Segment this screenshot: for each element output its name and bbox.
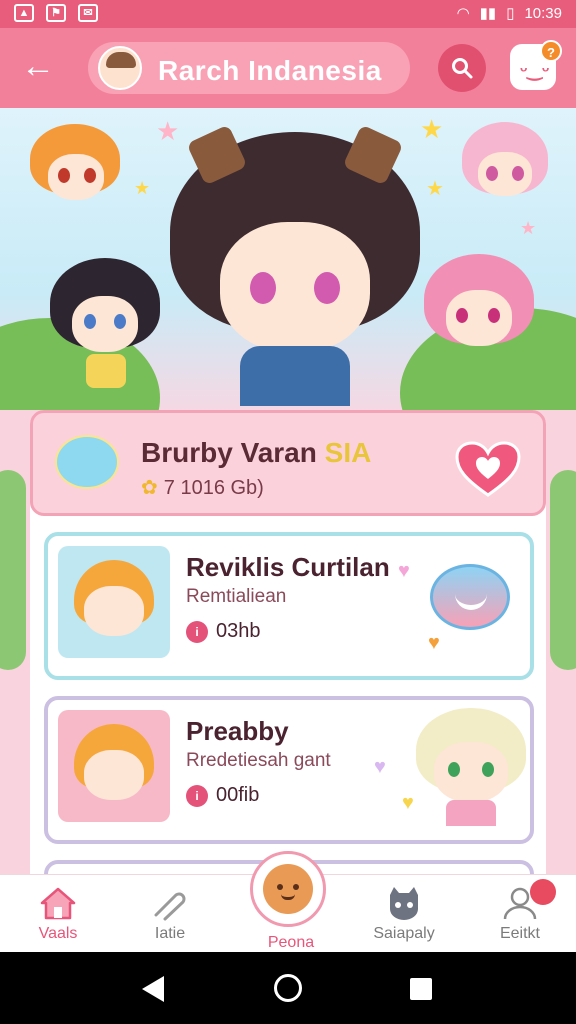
heart-icon: ♥ [428,632,440,654]
system-back-icon[interactable] [142,976,164,1002]
star-icon: ★ [156,116,180,146]
list-item[interactable]: Reviklis Curtilan Remtialiean i 03hb ♥ ♥ [44,532,534,680]
cat-face-icon [384,885,424,921]
item-meta-text: 00fib [216,784,260,806]
character-illustration [462,122,552,222]
item-meta: i 00fib [186,784,259,807]
page-title: Rarch Indanesia [158,55,382,86]
star-icon: ★ [420,114,444,144]
item-meta-text: 03hb [216,620,261,642]
bottom-navigation: Vaals Iatie Peona Saiapaly Eeitkt [0,851,576,952]
star-icon: ★ [426,178,444,200]
chat-button[interactable]: ᵕ‿ᵕ ? [510,40,562,90]
content-area: Brurby Varan SIA ✿ 7 1016 Gb) Reviklis Cu… [0,410,576,874]
side-decoration [550,470,576,670]
character-illustration [50,258,160,388]
star-icon: ★ [520,218,537,238]
nav-label: Iatie [154,925,186,942]
item-subtitle: Remtialiean [186,586,287,607]
back-arrow-icon[interactable]: ← [18,48,58,88]
nav-label: Vaals [38,925,78,942]
flag-icon: ⚑ [46,4,66,22]
avatar [98,46,142,90]
status-time: 10:39 [524,4,562,22]
star-icon: ★ [134,178,151,198]
featured-subtitle: ✿ 7 1016 Gb) [141,477,264,499]
speech-bubble-icon [430,564,510,630]
content-panel: Brurby Varan SIA ✿ 7 1016 Gb) Reviklis Cu… [30,410,546,874]
nav-item-peona[interactable]: Peona [250,851,326,951]
mail-icon: ✉ [78,4,98,22]
search-icon [452,58,473,79]
nav-item-saiapaly[interactable]: Saiapaly [354,881,454,951]
system-navigation-bar [0,952,576,1024]
heart-icon: ♥ [398,560,410,582]
mascot-icon [55,435,119,489]
character-thumbnail [58,546,170,658]
item-title: Reviklis Curtilan [186,552,390,582]
nav-label: Saiapaly [373,925,435,942]
photo-icon: ▲ [14,4,34,22]
main-character-illustration [170,124,420,406]
item-meta: i 03hb [186,620,261,643]
nav-item-eeitkt[interactable]: Eeitkt [470,879,570,951]
list-item[interactable]: Preabby Rredetiesah gant i 00fib ♥ ♥ [44,696,534,844]
bear-face-icon [263,864,313,914]
favorite-button[interactable] [455,441,521,497]
home-icon [38,885,78,921]
paperclip-icon [150,885,190,921]
character-thumbnail [58,710,170,822]
nav-item-iatie[interactable]: Iatie [120,881,220,951]
hero-banner: ★ ★ ★ ★ ★ [0,108,576,418]
battery-icon: ▯ [506,5,515,22]
heart-icon [455,441,521,497]
nav-item-vaals[interactable]: Vaals [8,881,108,951]
system-recents-icon[interactable] [410,978,432,1000]
notification-badge [530,879,556,905]
status-bar: ▲ ⚑ ✉ ◠ ▮▮ ▯ 10:39 [0,0,576,28]
heart-icon: ♥ [374,756,386,778]
item-subtitle: Rredetiesah gant [186,750,331,771]
search-button[interactable] [438,44,486,92]
side-decoration [0,470,26,670]
character-illustration [424,254,534,384]
signal-icon: ▮▮ [479,5,497,22]
system-home-icon[interactable] [274,974,302,1002]
chat-face-icon: ᵕ‿ᵕ [520,60,550,80]
app-bar: ← Rarch Indanesia ᵕ‿ᵕ ? [0,28,576,108]
info-dot-icon: i [186,784,208,807]
heart-icon: ♥ [402,792,414,814]
wifi-icon: ◠ [456,5,470,22]
character-illustration [30,124,122,224]
title-pill[interactable]: Rarch Indanesia [88,42,410,94]
message-badge: ? [540,40,562,62]
nav-label: Eeitkt [499,925,540,942]
flower-icon: ✿ [141,477,158,499]
featured-item[interactable]: Brurby Varan SIA ✿ 7 1016 Gb) [30,410,546,516]
profile-icon [500,879,556,921]
character-illustration [416,708,526,828]
item-title: Preabby [186,716,289,746]
featured-title: Brurby Varan SIA [141,437,372,468]
info-dot-icon: i [186,620,208,643]
nav-label: Peona [267,934,315,951]
